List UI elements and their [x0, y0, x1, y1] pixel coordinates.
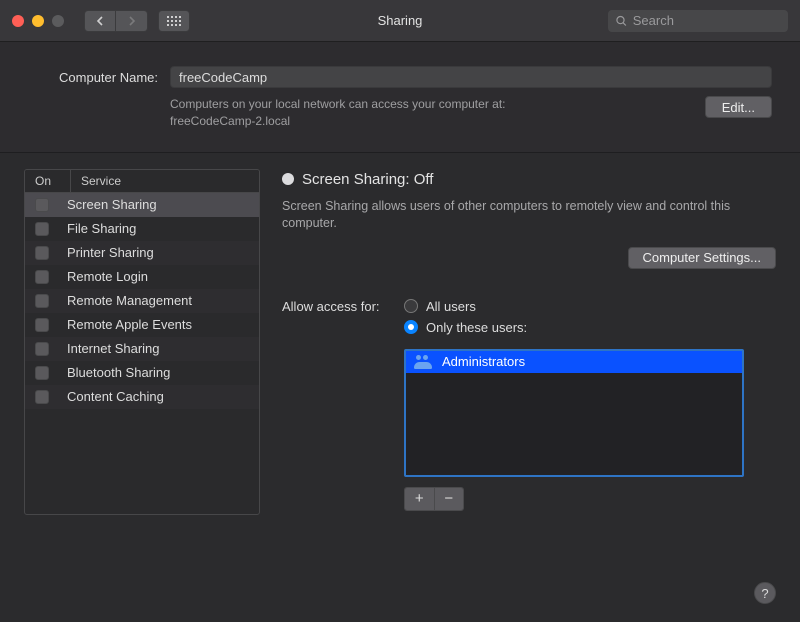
service-checkbox[interactable]	[35, 222, 49, 236]
services-table: On Service Screen Sharing File Sharing P…	[24, 169, 260, 515]
show-all-button[interactable]	[158, 10, 190, 32]
chevron-right-icon	[128, 16, 136, 26]
users-group-icon	[414, 355, 432, 369]
titlebar: Sharing	[0, 0, 800, 42]
search-icon	[616, 15, 627, 27]
main-content: On Service Screen Sharing File Sharing P…	[0, 153, 800, 531]
add-user-button[interactable]: +	[405, 488, 435, 510]
service-label: File Sharing	[67, 221, 136, 236]
computer-name-section: Computer Name: Computers on your local n…	[0, 42, 800, 153]
service-checkbox[interactable]	[35, 270, 49, 284]
help-button[interactable]: ?	[754, 582, 776, 604]
service-detail: Screen Sharing: Off Screen Sharing allow…	[282, 169, 776, 515]
service-label: Screen Sharing	[67, 197, 157, 212]
access-label-text: Allow access for:	[282, 299, 394, 511]
add-remove-box: + −	[404, 487, 464, 511]
service-label: Content Caching	[67, 389, 164, 404]
close-window-button[interactable]	[12, 15, 24, 27]
forward-button[interactable]	[116, 10, 148, 32]
grid-icon	[167, 16, 181, 26]
services-table-header: On Service	[25, 170, 259, 193]
nav-back-forward	[84, 10, 148, 32]
radio-label: All users	[426, 299, 476, 314]
service-checkbox[interactable]	[35, 246, 49, 260]
service-status: Screen Sharing: Off	[282, 171, 776, 188]
service-checkbox[interactable]	[35, 294, 49, 308]
user-row-administrators[interactable]: Administrators	[406, 351, 742, 373]
service-label: Bluetooth Sharing	[67, 365, 170, 380]
service-row-internet-sharing[interactable]: Internet Sharing	[25, 337, 259, 361]
service-row-printer-sharing[interactable]: Printer Sharing	[25, 241, 259, 265]
radio-all-users[interactable]: All users	[404, 299, 744, 314]
col-header-service[interactable]: Service	[71, 170, 259, 192]
desc-line2: freeCodeCamp-2.local	[170, 114, 290, 128]
service-checkbox[interactable]	[35, 366, 49, 380]
remove-user-button[interactable]: −	[435, 488, 464, 510]
computer-name-input[interactable]	[170, 66, 772, 88]
service-checkbox[interactable]	[35, 318, 49, 332]
service-row-content-caching[interactable]: Content Caching	[25, 385, 259, 409]
radio-icon	[404, 320, 418, 334]
status-text: Screen Sharing: Off	[302, 171, 433, 188]
service-label: Remote Management	[67, 293, 192, 308]
radio-only-these-users[interactable]: Only these users:	[404, 320, 744, 335]
service-row-remote-login[interactable]: Remote Login	[25, 265, 259, 289]
computer-settings-button[interactable]: Computer Settings...	[628, 247, 777, 269]
edit-button[interactable]: Edit...	[705, 96, 772, 118]
zoom-window-button[interactable]	[52, 15, 64, 27]
user-label: Administrators	[442, 354, 525, 369]
access-section: Allow access for: All users Only these u…	[282, 299, 776, 511]
desc-line1: Computers on your local network can acce…	[170, 97, 505, 111]
computer-name-label: Computer Name:	[28, 70, 158, 85]
users-list[interactable]: Administrators	[404, 349, 744, 477]
service-row-bluetooth-sharing[interactable]: Bluetooth Sharing	[25, 361, 259, 385]
search-field[interactable]	[608, 10, 788, 32]
service-row-remote-apple-events[interactable]: Remote Apple Events	[25, 313, 259, 337]
service-row-file-sharing[interactable]: File Sharing	[25, 217, 259, 241]
window-controls	[12, 15, 64, 27]
chevron-left-icon	[96, 16, 104, 26]
radio-label: Only these users:	[426, 320, 527, 335]
service-checkbox[interactable]	[35, 390, 49, 404]
search-input[interactable]	[633, 13, 780, 28]
radio-icon	[404, 299, 418, 313]
computer-name-description: Computers on your local network can acce…	[170, 96, 685, 130]
service-row-screen-sharing[interactable]: Screen Sharing	[25, 193, 259, 217]
back-button[interactable]	[84, 10, 116, 32]
service-label: Internet Sharing	[67, 341, 160, 356]
service-label: Remote Apple Events	[67, 317, 192, 332]
status-indicator-icon	[282, 173, 294, 185]
service-checkbox[interactable]	[35, 198, 49, 212]
minimize-window-button[interactable]	[32, 15, 44, 27]
service-description: Screen Sharing allows users of other com…	[282, 198, 776, 233]
service-checkbox[interactable]	[35, 342, 49, 356]
service-row-remote-management[interactable]: Remote Management	[25, 289, 259, 313]
col-header-on[interactable]: On	[25, 170, 71, 192]
service-label: Printer Sharing	[67, 245, 154, 260]
service-label: Remote Login	[67, 269, 148, 284]
